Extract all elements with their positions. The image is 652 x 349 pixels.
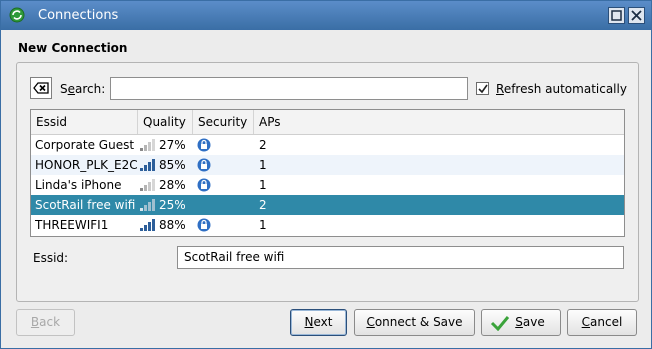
row-aps: 1 — [259, 218, 267, 232]
cancel-button[interactable]: Cancel — [567, 309, 637, 336]
column-header-aps[interactable]: APs — [254, 110, 624, 134]
checkmark-icon — [478, 84, 488, 94]
column-header-quality[interactable]: Quality — [138, 110, 193, 134]
connect-save-button[interactable]: Connect & Save — [354, 309, 475, 336]
close-icon — [631, 10, 642, 21]
network-list[interactable]: Essid Quality Security APs Corporate Gue… — [30, 109, 625, 237]
title-bar[interactable]: Connections — [1, 1, 651, 30]
refresh-checkbox[interactable] — [476, 82, 489, 95]
row-aps: 2 — [259, 138, 267, 152]
signal-bars-icon — [140, 159, 155, 171]
column-header-essid[interactable]: Essid — [31, 110, 138, 134]
signal-bars-icon — [140, 179, 155, 191]
checkmark-icon — [490, 316, 510, 331]
network-row[interactable]: Corporate Guest 27% 2 — [31, 135, 624, 155]
maximize-button[interactable] — [608, 7, 625, 24]
network-row[interactable]: THREEWIFI1 88% 1 — [31, 215, 624, 235]
row-aps: 2 — [259, 198, 267, 212]
row-quality: 85% — [159, 158, 186, 172]
row-quality: 27% — [159, 138, 186, 152]
close-button[interactable] — [628, 7, 645, 24]
row-aps: 1 — [259, 178, 267, 192]
refresh-globe-icon — [9, 7, 25, 23]
essid-label: Essid: — [33, 251, 69, 265]
clear-search-button[interactable] — [30, 77, 52, 99]
lock-icon — [197, 138, 211, 152]
refresh-label[interactable]: Refresh automatically — [496, 82, 627, 96]
maximize-icon — [611, 10, 622, 21]
save-button[interactable]: Save — [481, 309, 561, 336]
row-essid: Corporate Guest — [35, 138, 135, 152]
row-essid: ScotRail free wifi — [35, 198, 136, 212]
connections-window: Connections New Connection Search: Refre… — [0, 0, 652, 349]
row-aps: 1 — [259, 158, 267, 172]
row-essid: Linda's iPhone — [35, 178, 122, 192]
essid-input[interactable]: ScotRail free wifi — [177, 246, 624, 269]
row-quality: 28% — [159, 178, 186, 192]
row-essid: THREEWIFI1 — [35, 218, 109, 232]
row-quality: 25% — [159, 198, 186, 212]
next-button[interactable]: Next — [290, 309, 347, 336]
row-essid: HONOR_PLK_E2CF — [35, 158, 137, 172]
row-quality: 88% — [159, 218, 186, 232]
lock-icon — [197, 218, 211, 232]
signal-bars-icon — [140, 139, 155, 151]
back-button[interactable]: Back — [16, 309, 75, 336]
network-row[interactable]: Linda's iPhone 28% 1 — [31, 175, 624, 195]
section-heading: New Connection — [18, 41, 128, 55]
network-row-selected[interactable]: ScotRail free wifi 25% 2 — [31, 195, 624, 215]
search-input[interactable] — [110, 77, 468, 100]
search-label: Search: — [60, 82, 106, 96]
window-title: Connections — [38, 8, 119, 23]
lock-icon — [197, 158, 211, 172]
network-row[interactable]: HONOR_PLK_E2CF 85% 1 — [31, 155, 624, 175]
list-header: Essid Quality Security APs — [31, 110, 624, 135]
signal-bars-icon — [140, 219, 155, 231]
column-header-security[interactable]: Security — [193, 110, 254, 134]
lock-icon — [197, 178, 211, 192]
clear-search-icon — [33, 82, 49, 94]
signal-bars-icon — [140, 199, 155, 211]
